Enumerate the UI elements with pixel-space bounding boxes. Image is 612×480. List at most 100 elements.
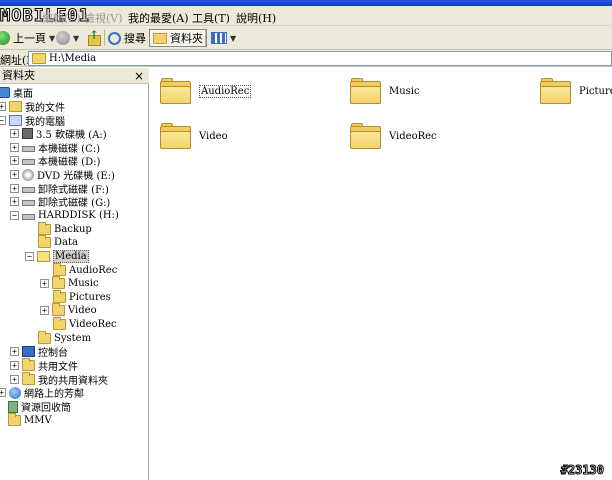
folder-icon bbox=[53, 290, 66, 303]
network-icon bbox=[9, 386, 21, 399]
collapse-icon[interactable]: − bbox=[10, 211, 19, 220]
tree-item-data[interactable]: Data bbox=[38, 235, 78, 249]
folder-icon bbox=[350, 78, 381, 104]
folder-icon bbox=[38, 235, 51, 248]
folder-item-audiorec[interactable]: AudioRec bbox=[160, 78, 252, 104]
menu-view[interactable]: 檢視(V) bbox=[84, 10, 123, 26]
expand-icon[interactable]: + bbox=[40, 306, 49, 315]
tree-item-media[interactable]: − Media bbox=[25, 250, 89, 263]
hard-drive-icon bbox=[22, 214, 35, 220]
expand-icon[interactable]: + bbox=[10, 184, 19, 193]
forward-arrow-icon bbox=[56, 31, 70, 45]
tree-item-removable-g[interactable]: + 卸除式磁碟 (G:) bbox=[10, 195, 110, 209]
search-button[interactable]: 搜尋 bbox=[108, 29, 146, 47]
views-icon bbox=[211, 32, 227, 44]
tree-item-my-documents[interactable]: + 我的文件 bbox=[0, 100, 65, 114]
recycle-bin-icon bbox=[8, 400, 18, 413]
folder-icon bbox=[160, 123, 191, 149]
dvd-drive-icon bbox=[22, 168, 34, 181]
forward-button[interactable]: ▼ bbox=[56, 29, 79, 47]
expand-icon[interactable]: + bbox=[10, 129, 19, 138]
menu-help[interactable]: 說明(H) bbox=[236, 10, 276, 26]
expand-icon[interactable]: + bbox=[10, 143, 19, 152]
removable-drive-icon bbox=[22, 200, 35, 206]
folders-button-label: 資料夾 bbox=[170, 32, 203, 45]
expand-icon[interactable]: + bbox=[10, 156, 19, 165]
tree-item-dvd-e[interactable]: + DVD 光碟機 (E:) bbox=[10, 168, 115, 182]
up-folder-button[interactable] bbox=[86, 28, 101, 47]
tree-item-backup[interactable]: Backup bbox=[38, 222, 92, 236]
forward-dropdown-icon[interactable]: ▼ bbox=[73, 34, 79, 43]
floppy-drive-icon bbox=[22, 128, 33, 139]
expand-icon[interactable]: + bbox=[10, 197, 19, 206]
desktop-icon bbox=[0, 87, 10, 98]
folder-item-pictures[interactable]: Pictures bbox=[540, 78, 612, 104]
collapse-icon[interactable]: − bbox=[25, 252, 34, 261]
tree-item-control-panel[interactable]: + 控制台 bbox=[10, 345, 68, 359]
standard-toolbar: 上一頁 ▼ ▼ 搜尋 資料夾 ▼ bbox=[0, 26, 612, 50]
tree-item-music[interactable]: + Music bbox=[40, 276, 99, 290]
tree-item-harddisk-h[interactable]: − HARDDISK (H:) bbox=[10, 209, 119, 222]
folder-item-music[interactable]: Music bbox=[350, 78, 420, 104]
open-folder-icon bbox=[37, 251, 50, 262]
folder-item-video[interactable]: Video bbox=[160, 123, 228, 149]
folder-icon bbox=[160, 78, 191, 104]
shared-folder-icon bbox=[22, 358, 35, 371]
folder-icon bbox=[52, 303, 65, 316]
menu-edit[interactable]: 編輯(E) bbox=[42, 10, 81, 26]
expand-icon[interactable]: + bbox=[10, 375, 19, 384]
menu-favorites[interactable]: 我的最愛(A) bbox=[128, 10, 189, 26]
folders-pane: 資料夾 × 桌面 + 我的文件 − 我的電腦 + 3.5 軟碟機 (A:) + … bbox=[0, 68, 149, 480]
expand-icon[interactable]: + bbox=[10, 347, 19, 356]
watermark: #23130 bbox=[560, 463, 604, 478]
views-dropdown-icon[interactable]: ▼ bbox=[230, 34, 236, 43]
tree-item-mmv[interactable]: MMV bbox=[8, 413, 52, 427]
tree-item-recycle-bin[interactable]: 資源回收筒 bbox=[8, 400, 71, 414]
folder-icon bbox=[350, 123, 381, 149]
back-dropdown-icon[interactable]: ▼ bbox=[49, 34, 55, 43]
expand-icon[interactable]: + bbox=[0, 102, 6, 111]
folders-button[interactable]: 資料夾 bbox=[149, 29, 207, 47]
folder-item-videorec[interactable]: VideoRec bbox=[350, 123, 437, 149]
folder-icon bbox=[8, 413, 21, 426]
control-panel-icon bbox=[22, 346, 35, 357]
search-button-label: 搜尋 bbox=[124, 32, 146, 45]
folder-contents: AudioRec Music Pictures Video VideoRec bbox=[150, 68, 612, 480]
back-button[interactable]: 上一頁 ▼ bbox=[0, 29, 55, 47]
tree-item-disk-d[interactable]: + 本機磁碟 (D:) bbox=[10, 154, 100, 168]
removable-drive-icon bbox=[22, 187, 35, 193]
tree-item-video[interactable]: + Video bbox=[40, 303, 97, 317]
shared-folder-icon bbox=[22, 372, 35, 385]
address-input[interactable]: H:\Media bbox=[28, 51, 612, 66]
folder-icon bbox=[52, 276, 65, 289]
menu-tools[interactable]: 工具(T) bbox=[192, 10, 230, 26]
views-button[interactable]: ▼ bbox=[211, 29, 236, 47]
hard-drive-icon bbox=[22, 146, 35, 152]
tree-item-floppy[interactable]: + 3.5 軟碟機 (A:) bbox=[10, 127, 107, 141]
close-icon[interactable]: × bbox=[134, 68, 144, 84]
address-bar: 網址(D) H:\Media bbox=[0, 50, 612, 67]
folder-icon bbox=[540, 78, 571, 104]
expand-icon[interactable]: + bbox=[10, 361, 19, 370]
folders-icon bbox=[153, 32, 167, 44]
up-folder-icon bbox=[86, 28, 101, 46]
address-folder-icon bbox=[32, 53, 46, 64]
expand-icon[interactable]: + bbox=[40, 279, 49, 288]
expand-icon[interactable]: + bbox=[0, 388, 6, 397]
folders-pane-title: 資料夾 bbox=[2, 69, 35, 82]
hard-drive-icon bbox=[22, 159, 35, 165]
tree-item-shared-docs[interactable]: + 共用文件 bbox=[10, 358, 78, 373]
computer-icon bbox=[9, 115, 22, 126]
address-value: H:\Media bbox=[49, 53, 97, 64]
tree-item-pictures[interactable]: Pictures bbox=[53, 290, 111, 304]
back-button-label: 上一頁 bbox=[13, 32, 46, 45]
toolbar-separator bbox=[205, 30, 206, 46]
tree-item-desktop[interactable]: 桌面 bbox=[0, 86, 33, 100]
collapse-icon[interactable]: − bbox=[0, 116, 6, 125]
expand-icon[interactable]: + bbox=[10, 170, 19, 179]
tree-item-network-places[interactable]: + 網路上的芳鄰 bbox=[0, 386, 84, 400]
tree-item-videorec[interactable]: VideoRec bbox=[53, 317, 117, 331]
search-icon bbox=[108, 31, 121, 45]
tree-item-audiorec[interactable]: AudioRec bbox=[53, 263, 117, 277]
folders-pane-header: 資料夾 × bbox=[0, 68, 149, 84]
